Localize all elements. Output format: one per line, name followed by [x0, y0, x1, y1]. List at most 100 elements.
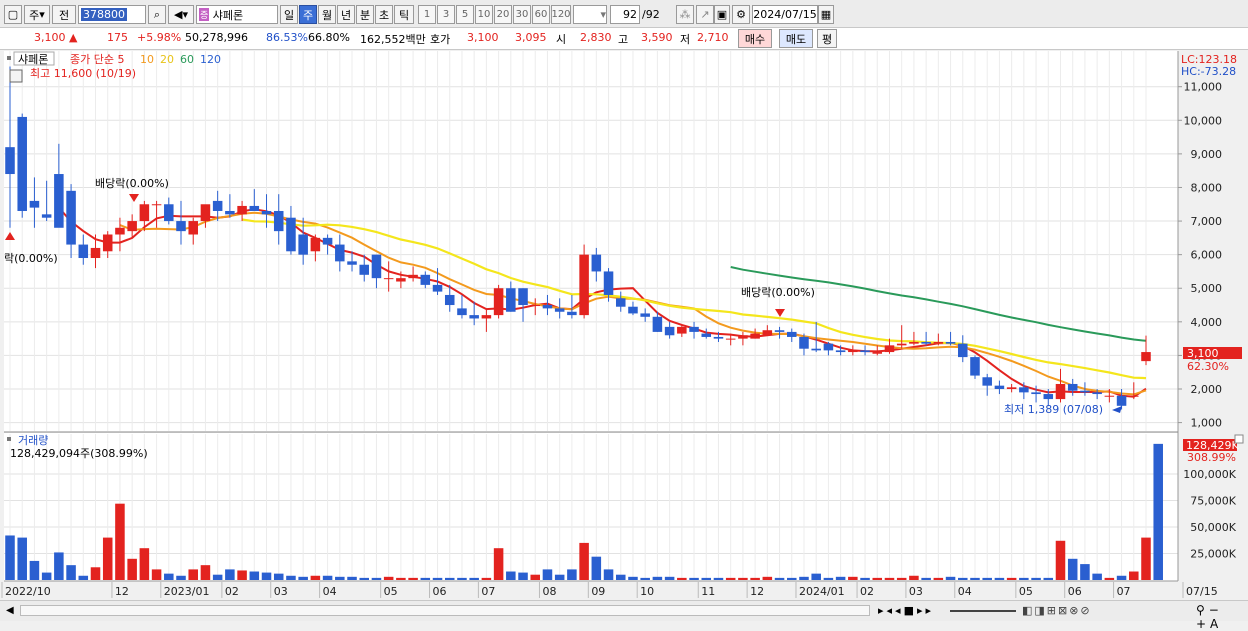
- time-tick-label: 06: [1068, 585, 1082, 598]
- volume-ratio-2: 66.80%: [308, 31, 350, 44]
- candle-body: [811, 348, 821, 351]
- period-week[interactable]: 주: [299, 5, 317, 24]
- prev-button[interactable]: 전: [52, 5, 76, 24]
- volume-bar: [530, 574, 541, 580]
- pattern-icon[interactable]: ⁂: [676, 5, 694, 24]
- volume-tick-label: 75,000K: [1190, 495, 1236, 508]
- count-input[interactable]: 92: [610, 5, 640, 24]
- search-icon[interactable]: ⌕: [148, 5, 166, 24]
- candle-body: [1055, 383, 1066, 400]
- interval-3[interactable]: 3: [437, 5, 455, 24]
- volume-title: 거래량: [18, 434, 48, 447]
- hoga-label: 호가: [430, 33, 451, 46]
- interval-30[interactable]: 30: [513, 5, 531, 24]
- volume-bar: [41, 572, 52, 580]
- legend-ma120: 120: [200, 53, 221, 66]
- date-input[interactable]: 2024/07/15: [752, 5, 818, 24]
- volume-bar: [786, 577, 797, 580]
- volume-bar: [1104, 577, 1115, 580]
- table-icon[interactable]: [9, 69, 23, 83]
- volume-bar: [432, 577, 443, 580]
- volume-bar: [237, 570, 247, 580]
- volume-bar: [1067, 558, 1078, 580]
- volume-bar: [359, 577, 370, 580]
- speaker-icon[interactable]: ◀▾: [168, 5, 194, 24]
- current-price: 3,100 ▲: [34, 31, 78, 44]
- zoom-icons[interactable]: ⚲−+A: [1196, 603, 1248, 631]
- candle-body: [738, 335, 748, 339]
- volume-bar: [909, 575, 919, 580]
- candle-body: [872, 352, 883, 354]
- period-min[interactable]: 분: [356, 5, 374, 24]
- period-sec[interactable]: 초: [375, 5, 393, 24]
- period-month[interactable]: 월: [318, 5, 336, 24]
- volume-bar: [261, 572, 272, 580]
- period-year[interactable]: 년: [337, 5, 355, 24]
- candle-body: [164, 204, 174, 222]
- candle-body: [335, 244, 345, 262]
- candle-body: [518, 288, 528, 306]
- volume-bar: [493, 548, 504, 580]
- panel-close-icon[interactable]: [1234, 434, 1244, 444]
- candle-body: [54, 174, 64, 228]
- avg-button[interactable]: 평: [817, 29, 837, 48]
- bottom-scrollbar[interactable]: ◀ ▸◂◂■▸▸ ◧◨⊞⊠⊗⊘ ⚲−+A: [0, 600, 1248, 631]
- candle-body: [78, 244, 89, 259]
- stock-name-field[interactable]: 증 샤페론: [196, 5, 278, 24]
- interval-1[interactable]: 1: [418, 5, 436, 24]
- volume-panel-bg: [4, 433, 1178, 581]
- interval-20[interactable]: 20: [494, 5, 512, 24]
- volume-bar: [1043, 577, 1054, 580]
- draw-icon[interactable]: ↗: [696, 5, 714, 24]
- buy-button[interactable]: 매수: [738, 29, 772, 48]
- interval-5[interactable]: 5: [456, 5, 474, 24]
- volume-bar: [567, 569, 577, 580]
- interval-120[interactable]: 120: [551, 5, 571, 24]
- volume-bar: [78, 575, 89, 580]
- volume-bar: [383, 576, 394, 580]
- current-price-tag-text: 3,100: [1187, 347, 1219, 360]
- gear-icon[interactable]: ⚙: [732, 5, 750, 24]
- candle-body: [603, 271, 614, 295]
- sell-button[interactable]: 매도: [779, 29, 813, 48]
- scroll-left-icon[interactable]: ◀: [6, 605, 14, 616]
- volume-bar: [1080, 564, 1090, 580]
- open-label: 시: [556, 33, 567, 46]
- custom-interval-select[interactable]: ▾: [573, 5, 607, 24]
- period-day[interactable]: 일: [280, 5, 298, 24]
- candle-body: [579, 254, 589, 316]
- stock-code-input[interactable]: 378800: [78, 5, 146, 24]
- volume-bar: [127, 558, 137, 580]
- candle-body: [652, 316, 663, 332]
- volume-bar: [5, 535, 15, 580]
- candle-body: [982, 377, 992, 386]
- price-tick-label: 10,000: [1184, 114, 1223, 127]
- playback-controls-icon[interactable]: ▸◂◂■▸▸: [878, 604, 934, 617]
- candle-body: [689, 326, 699, 332]
- interval-60[interactable]: 60: [532, 5, 550, 24]
- candle-body: [371, 254, 382, 279]
- scroll-track[interactable]: [20, 605, 870, 616]
- time-tick-label: 08: [542, 585, 556, 598]
- zoom-slider[interactable]: [950, 610, 1016, 612]
- stock-badge-icon: 증: [199, 8, 210, 21]
- low-note: 최저 1,389 (07/08): [1004, 403, 1103, 416]
- stock-chart[interactable]: 1,0002,0003,0004,0005,0006,0007,0008,000…: [0, 50, 1248, 600]
- save-icon[interactable]: ▣: [714, 5, 730, 24]
- chart-tool-icons[interactable]: ◧◨⊞⊠⊗⊘: [1022, 604, 1092, 617]
- volume-bar: [200, 565, 211, 580]
- legend-marker-icon: [7, 56, 11, 60]
- candle-body: [5, 147, 15, 175]
- chart-type-select[interactable]: 주 ▾: [24, 5, 50, 24]
- interval-10[interactable]: 10: [475, 5, 493, 24]
- candle-body: [701, 333, 712, 337]
- high-label: 고: [618, 33, 629, 46]
- period-tick[interactable]: 틱: [394, 5, 414, 24]
- calendar-icon[interactable]: ▦: [818, 5, 834, 24]
- time-tick-label: 05: [384, 585, 398, 598]
- price-tick-label: 1,000: [1191, 417, 1223, 430]
- candle-body: [909, 341, 919, 344]
- high-note: 최고 11,600 (10/19): [30, 67, 136, 80]
- volume-bar: [1092, 573, 1102, 580]
- window-icon[interactable]: ▢: [4, 5, 22, 24]
